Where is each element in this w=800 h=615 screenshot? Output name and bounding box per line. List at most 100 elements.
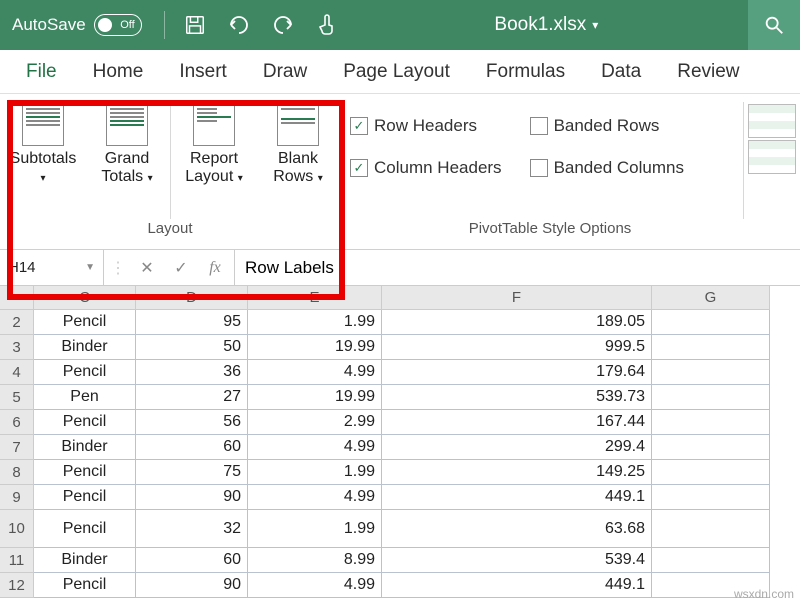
cell[interactable]: 2.99: [248, 410, 382, 435]
cell[interactable]: 999.5: [382, 335, 652, 360]
cell[interactable]: Binder: [34, 435, 136, 460]
cell[interactable]: Pencil: [34, 410, 136, 435]
cell[interactable]: 539.4: [382, 548, 652, 573]
cell[interactable]: 56: [136, 410, 248, 435]
cell[interactable]: 50: [136, 335, 248, 360]
cell[interactable]: [652, 385, 770, 410]
cell[interactable]: 299.4: [382, 435, 652, 460]
spreadsheet-grid[interactable]: C D E F G 2Pencil951.99189.053Binder5019…: [0, 286, 800, 598]
cell[interactable]: [652, 310, 770, 335]
row-headers-checkbox[interactable]: ✓Row Headers: [350, 112, 502, 140]
cell[interactable]: 32: [136, 510, 248, 548]
menu-insert[interactable]: Insert: [161, 50, 245, 94]
toggle-switch[interactable]: Off: [94, 14, 142, 36]
cell[interactable]: 1.99: [248, 310, 382, 335]
menu-file[interactable]: File: [8, 50, 75, 94]
cell[interactable]: 179.64: [382, 360, 652, 385]
cell[interactable]: [652, 485, 770, 510]
cell[interactable]: 19.99: [248, 335, 382, 360]
banded-columns-checkbox[interactable]: Banded Columns: [530, 154, 684, 182]
row-header[interactable]: 10: [0, 510, 34, 548]
report-layout-button[interactable]: Report Layout ▾: [177, 100, 251, 187]
cell[interactable]: Pencil: [34, 510, 136, 548]
cell[interactable]: 60: [136, 548, 248, 573]
row-header[interactable]: 4: [0, 360, 34, 385]
cell[interactable]: 4.99: [248, 360, 382, 385]
cell[interactable]: Pencil: [34, 573, 136, 598]
cell[interactable]: 1.99: [248, 510, 382, 548]
cell[interactable]: 27: [136, 385, 248, 410]
menu-data[interactable]: Data: [583, 50, 659, 94]
row-header[interactable]: 8: [0, 460, 34, 485]
cell[interactable]: 75: [136, 460, 248, 485]
cell[interactable]: 95: [136, 310, 248, 335]
cell[interactable]: 60: [136, 435, 248, 460]
row-header[interactable]: 2: [0, 310, 34, 335]
cell[interactable]: [652, 435, 770, 460]
cell[interactable]: 1.99: [248, 460, 382, 485]
banded-rows-checkbox[interactable]: Banded Rows: [530, 112, 684, 140]
cell[interactable]: [652, 510, 770, 548]
menu-page-layout[interactable]: Page Layout: [325, 50, 468, 94]
pivottable-styles-gallery[interactable]: [748, 94, 800, 249]
row-header[interactable]: 5: [0, 385, 34, 410]
cell[interactable]: Pencil: [34, 310, 136, 335]
col-header-g[interactable]: G: [652, 286, 770, 310]
search-button[interactable]: [748, 0, 800, 50]
cell[interactable]: Pencil: [34, 485, 136, 510]
cell[interactable]: Binder: [34, 335, 136, 360]
cell[interactable]: Binder: [34, 548, 136, 573]
col-header-c[interactable]: C: [34, 286, 136, 310]
row-header[interactable]: 3: [0, 335, 34, 360]
row-header[interactable]: 12: [0, 573, 34, 598]
grand-totals-button[interactable]: Grand Totals ▾: [90, 100, 164, 187]
cell[interactable]: 4.99: [248, 435, 382, 460]
cell[interactable]: 167.44: [382, 410, 652, 435]
cell[interactable]: 90: [136, 573, 248, 598]
cell[interactable]: 8.99: [248, 548, 382, 573]
redo-button[interactable]: [265, 7, 301, 43]
cell[interactable]: 539.73: [382, 385, 652, 410]
undo-button[interactable]: [221, 7, 257, 43]
cell[interactable]: [652, 460, 770, 485]
col-header-f[interactable]: F: [382, 286, 652, 310]
cell[interactable]: [652, 410, 770, 435]
cell[interactable]: [652, 335, 770, 360]
enter-formula-button[interactable]: ✓: [168, 258, 194, 278]
style-thumb-2[interactable]: [748, 140, 796, 174]
menu-review[interactable]: Review: [659, 50, 757, 94]
menu-formulas[interactable]: Formulas: [468, 50, 583, 94]
insert-function-button[interactable]: fx: [202, 259, 228, 277]
formula-input[interactable]: [235, 250, 800, 285]
cell[interactable]: Pencil: [34, 460, 136, 485]
cell[interactable]: 63.68: [382, 510, 652, 548]
formula-input-field[interactable]: [245, 258, 790, 278]
cancel-formula-button[interactable]: ✕: [134, 258, 160, 278]
cell[interactable]: Pencil: [34, 360, 136, 385]
name-box[interactable]: H14 ▼: [0, 250, 104, 285]
style-thumb-1[interactable]: [748, 104, 796, 138]
row-header[interactable]: 6: [0, 410, 34, 435]
cell[interactable]: 4.99: [248, 573, 382, 598]
cell[interactable]: 36: [136, 360, 248, 385]
autosave-toggle[interactable]: AutoSave Off: [12, 14, 142, 36]
cell[interactable]: 4.99: [248, 485, 382, 510]
menu-draw[interactable]: Draw: [245, 50, 325, 94]
col-header-d[interactable]: D: [136, 286, 248, 310]
save-button[interactable]: [177, 7, 213, 43]
cell[interactable]: 449.1: [382, 485, 652, 510]
row-header[interactable]: 11: [0, 548, 34, 573]
menu-home[interactable]: Home: [75, 50, 162, 94]
cell[interactable]: 189.05: [382, 310, 652, 335]
column-headers-checkbox[interactable]: ✓Column Headers: [350, 154, 502, 182]
cell[interactable]: Pen: [34, 385, 136, 410]
subtotals-button[interactable]: Subtotals▾: [6, 100, 80, 187]
col-header-e[interactable]: E: [248, 286, 382, 310]
row-header[interactable]: 9: [0, 485, 34, 510]
select-all-corner[interactable]: [0, 286, 34, 310]
cell[interactable]: [652, 360, 770, 385]
blank-rows-button[interactable]: Blank Rows ▾: [261, 100, 335, 187]
touch-mode-button[interactable]: [309, 7, 345, 43]
cell[interactable]: 19.99: [248, 385, 382, 410]
cell[interactable]: 449.1: [382, 573, 652, 598]
